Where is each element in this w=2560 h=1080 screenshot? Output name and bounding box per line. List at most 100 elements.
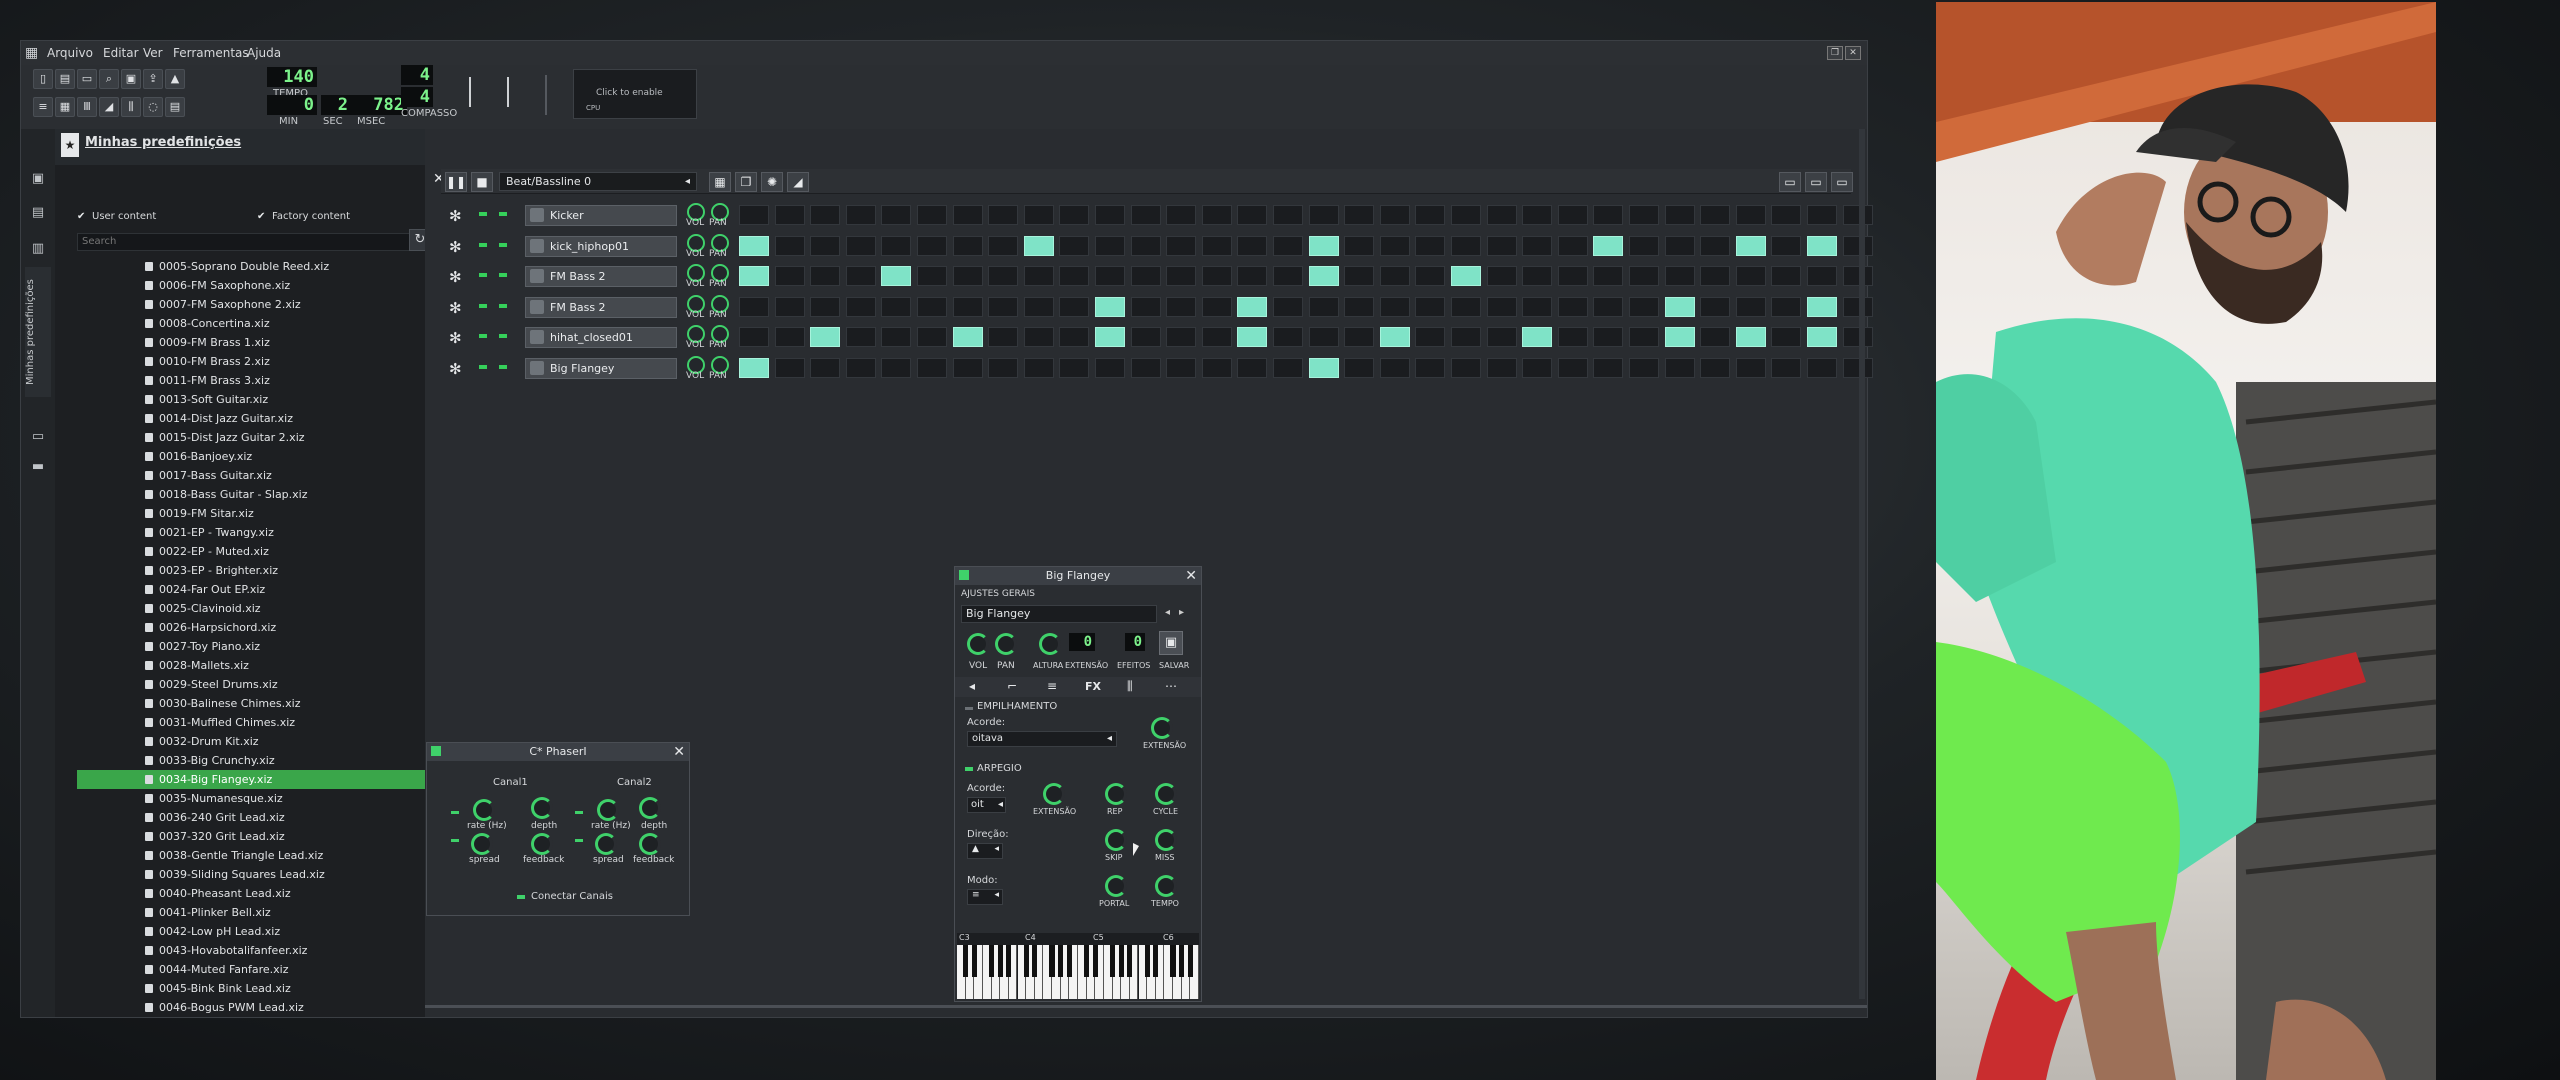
step-button[interactable] — [1451, 327, 1481, 347]
computer-icon[interactable]: ▭ — [30, 429, 46, 445]
step-button[interactable] — [1308, 205, 1339, 225]
step-button[interactable] — [1415, 266, 1446, 286]
step-button[interactable] — [952, 296, 983, 317]
menu-editar[interactable]: Editar — [103, 46, 139, 60]
track-name-button[interactable]: hihat_closed01 — [525, 327, 677, 348]
mute-led[interactable] — [479, 364, 487, 369]
step-button[interactable] — [1451, 357, 1481, 378]
step-button[interactable] — [1344, 296, 1375, 317]
list-item[interactable]: 0010-FM Brass 2.xiz — [77, 352, 425, 371]
step-button[interactable] — [1130, 296, 1161, 317]
step-button[interactable] — [1273, 357, 1303, 378]
arp-chord-select[interactable]: oit ◂ — [967, 797, 1006, 813]
canal1-rate-knob[interactable] — [473, 799, 495, 821]
step-button[interactable] — [1735, 327, 1766, 347]
step-button[interactable] — [1557, 235, 1588, 256]
clone-icon[interactable]: ❐ — [735, 172, 757, 192]
pan-knob[interactable] — [995, 633, 1017, 655]
list-item[interactable]: 0031-Muffled Chimes.xiz — [77, 713, 425, 732]
step-button[interactable] — [1308, 266, 1339, 286]
step-button[interactable] — [1201, 296, 1232, 317]
step-button[interactable] — [1451, 235, 1481, 256]
black-key[interactable] — [997, 945, 1003, 977]
step-button[interactable] — [1379, 296, 1410, 317]
step-button[interactable] — [1273, 205, 1303, 225]
step-button[interactable] — [1735, 235, 1766, 256]
step-button[interactable] — [1735, 357, 1766, 378]
stacking-led[interactable] — [965, 707, 973, 710]
solo-led[interactable] — [499, 303, 507, 308]
save-icon[interactable]: ▣ — [1159, 631, 1183, 655]
black-key[interactable] — [963, 945, 969, 977]
menu-arquivo[interactable]: Arquivo — [47, 46, 93, 60]
solo-led[interactable] — [499, 364, 507, 369]
skip-knob[interactable] — [1105, 829, 1127, 851]
black-key[interactable] — [1153, 945, 1159, 977]
step-button[interactable] — [1486, 205, 1517, 225]
my-projects-icon[interactable]: ▣ — [30, 171, 46, 187]
canal1-feedback-knob[interactable] — [531, 833, 553, 855]
step-button[interactable] — [1700, 296, 1731, 317]
step-button[interactable] — [917, 266, 947, 286]
black-key[interactable] — [1058, 945, 1064, 977]
step-button[interactable] — [1201, 327, 1232, 347]
beat-editor-icon[interactable]: ▦ — [55, 97, 75, 117]
gear-icon[interactable]: ✻ — [449, 238, 462, 256]
close-icon[interactable]: ✕ — [1185, 567, 1197, 585]
step-button[interactable] — [1557, 266, 1588, 286]
step-button[interactable] — [1415, 205, 1446, 225]
step-button[interactable] — [1807, 205, 1837, 225]
canal2-led-2[interactable] — [575, 839, 583, 842]
tab-envelope-icon[interactable]: ◂ — [969, 679, 975, 693]
pause-icon[interactable]: ❚❚ — [445, 172, 467, 192]
arrow-left-icon[interactable]: ◂ — [1165, 607, 1170, 618]
step-button[interactable] — [1842, 327, 1873, 347]
step-button[interactable] — [1842, 296, 1873, 317]
add-automation-icon[interactable]: ◢ — [787, 172, 809, 192]
list-item[interactable]: 0017-Bass Guitar.xiz — [77, 466, 425, 485]
step-button[interactable] — [1273, 296, 1303, 317]
step-button[interactable] — [1807, 296, 1837, 317]
black-key[interactable] — [1092, 945, 1098, 977]
step-button[interactable] — [1059, 296, 1090, 317]
list-item[interactable]: 0045-Bink Bink Lead.xiz — [77, 979, 425, 998]
list-item[interactable]: 0037-320 Grit Lead.xiz — [77, 827, 425, 846]
step-button[interactable] — [1771, 357, 1802, 378]
step-button[interactable] — [1842, 357, 1873, 378]
factory-content-checkbox[interactable]: ✔ Factory content — [257, 211, 350, 222]
step-button[interactable] — [1344, 235, 1375, 256]
step-button[interactable] — [1451, 296, 1481, 317]
list-item[interactable]: 0036-240 Grit Lead.xiz — [77, 808, 425, 827]
list-item[interactable]: 0030-Balinese Chimes.xiz — [77, 694, 425, 713]
step-button[interactable] — [1807, 357, 1837, 378]
open-project-icon[interactable]: ▭ — [77, 69, 97, 89]
mode-select[interactable]: ≡ ◂ — [967, 889, 1003, 905]
step-button[interactable] — [1344, 205, 1375, 225]
step-button[interactable] — [1522, 296, 1553, 317]
step-button[interactable] — [1059, 357, 1090, 378]
step-button[interactable] — [1059, 327, 1090, 347]
solo-led[interactable] — [499, 242, 507, 247]
step-button[interactable] — [1273, 235, 1303, 256]
stacking-chord-select[interactable]: oitava ◂ — [967, 731, 1117, 747]
step-button[interactable] — [1522, 205, 1553, 225]
direction-select[interactable]: ▲ ◂ — [967, 843, 1003, 859]
step-button[interactable] — [1593, 296, 1624, 317]
list-item[interactable]: 0044-Muted Fanfare.xiz — [77, 960, 425, 979]
arrow-right-icon[interactable]: ▸ — [1179, 607, 1184, 618]
step-button[interactable] — [1486, 296, 1517, 317]
step-button[interactable] — [1664, 357, 1695, 378]
view-icon-1[interactable]: ▭ — [1779, 172, 1801, 192]
step-button[interactable] — [988, 235, 1019, 256]
step-button[interactable] — [1166, 357, 1197, 378]
menu-ajuda[interactable]: Ajuda — [247, 46, 281, 60]
canal2-spread-knob[interactable] — [595, 833, 617, 855]
step-button[interactable] — [1629, 205, 1659, 225]
step-button[interactable] — [1629, 296, 1659, 317]
step-button[interactable] — [739, 266, 769, 286]
black-key[interactable] — [1109, 945, 1116, 977]
step-button[interactable] — [1059, 266, 1090, 286]
black-key[interactable] — [1032, 945, 1038, 977]
step-button[interactable] — [810, 235, 841, 256]
tempo-display[interactable]: 140 — [267, 67, 317, 87]
